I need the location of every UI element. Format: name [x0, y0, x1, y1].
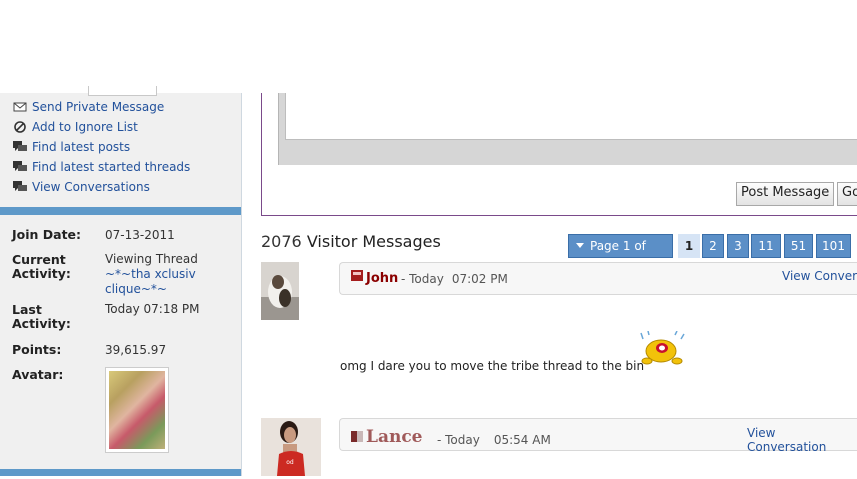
page-link-3[interactable]: 3 — [727, 234, 749, 258]
sidebar-divider — [0, 207, 241, 215]
sidebar-bottom-bar — [0, 469, 241, 476]
avatar-label: Avatar: — [12, 367, 64, 382]
page-jump-dropdown[interactable]: Page 1 of 208 — [568, 234, 673, 275]
message-header: John - Today 07:02 PM View Conver — [339, 262, 857, 295]
last-activity-label: Last Activity: — [12, 303, 92, 331]
current-activity-label-line2: Activity: — [12, 266, 71, 281]
current-activity-label-line1: Current — [12, 252, 66, 267]
last-activity-label-line1: Last — [12, 302, 42, 317]
avatar — [105, 367, 169, 453]
join-date-label: Join Date: — [12, 227, 82, 242]
message-header: Lance - Today 05:54 AM View Conversation — [339, 418, 857, 454]
visitor-messages-title: Visitor Messages — [306, 232, 441, 251]
message-username[interactable]: John — [366, 271, 398, 286]
posts-icon — [13, 140, 27, 154]
visitor-message-count: 2076 — [261, 232, 302, 251]
user-status-icon — [351, 270, 363, 281]
send-private-message-link[interactable]: Send Private Message — [13, 98, 164, 116]
message-body: omg I dare you to move the tribe thread … — [340, 359, 645, 373]
message-date: - Today — [437, 433, 480, 447]
page-link-2[interactable]: 2 — [702, 234, 724, 258]
page-link-11[interactable]: 11 — [751, 234, 781, 258]
points-value: 39,615.97 — [105, 343, 167, 357]
crying-smiley-icon — [639, 330, 685, 367]
avatar-image — [109, 371, 165, 449]
message-timestamp: - Today 05:54 AM — [437, 433, 551, 447]
view-conversation-link[interactable]: View Conversation — [747, 426, 857, 454]
find-latest-threads-link[interactable]: Find latest started threads — [13, 158, 190, 176]
page-link-51[interactable]: 51 — [784, 234, 813, 258]
avatar-shirt-text: od — [286, 459, 294, 466]
go-advanced-button[interactable]: Go — [837, 182, 857, 206]
points-label: Points: — [12, 342, 62, 357]
view-conversations-label[interactable]: View Conversations — [32, 180, 150, 194]
current-activity-value: Viewing Thread ~*~tha xclusiv clique~*~ — [105, 252, 235, 297]
view-conversation-link[interactable]: View Conver — [782, 269, 857, 283]
add-to-ignore-list-label[interactable]: Add to Ignore List — [32, 120, 138, 134]
conversations-icon — [13, 180, 27, 194]
message-textarea[interactable] — [285, 93, 857, 140]
message-editor-frame: Post Message Go — [261, 93, 857, 216]
message-avatar-john[interactable] — [261, 262, 299, 320]
message-timestamp: - Today 07:02 PM — [401, 272, 508, 286]
page-link-101[interactable]: 101 — [816, 234, 851, 258]
threads-icon — [13, 160, 27, 174]
sidebar-tab-edge — [88, 86, 157, 96]
activity-thread-link[interactable]: ~*~tha xclusiv — [105, 267, 196, 281]
activity-text: Viewing Thread — [105, 252, 198, 266]
last-activity-label-line2: Activity: — [12, 316, 71, 331]
join-date-value: 07-13-2011 — [105, 228, 175, 242]
envelope-icon — [13, 100, 27, 114]
find-latest-posts-label[interactable]: Find latest posts — [32, 140, 130, 154]
last-activity-value: Today 07:18 PM — [105, 302, 200, 316]
find-latest-threads-label[interactable]: Find latest started threads — [32, 160, 190, 174]
activity-thread-link-cont[interactable]: clique~*~ — [105, 282, 167, 296]
ignore-icon — [13, 120, 27, 134]
view-conversations-link[interactable]: View Conversations — [13, 178, 150, 196]
message-avatar-lance[interactable]: od — [261, 418, 321, 476]
page-link-1[interactable]: 1 — [678, 234, 700, 258]
visitor-messages-heading: 2076 Visitor Messages — [261, 232, 441, 251]
dropdown-triangle-icon — [576, 243, 584, 248]
send-private-message-label[interactable]: Send Private Message — [32, 100, 164, 114]
message-username[interactable]: Lance — [366, 427, 423, 447]
post-message-button[interactable]: Post Message — [736, 182, 835, 206]
message-date: - Today — [401, 272, 444, 286]
current-activity-label: Current Activity: — [12, 253, 92, 281]
add-to-ignore-list-link[interactable]: Add to Ignore List — [13, 118, 138, 136]
editor-toolbar-area — [278, 93, 857, 165]
message-time: 07:02 PM — [451, 272, 508, 286]
user-status-icon — [351, 431, 363, 442]
find-latest-posts-link[interactable]: Find latest posts — [13, 138, 130, 156]
message-time: 05:54 AM — [493, 433, 551, 447]
